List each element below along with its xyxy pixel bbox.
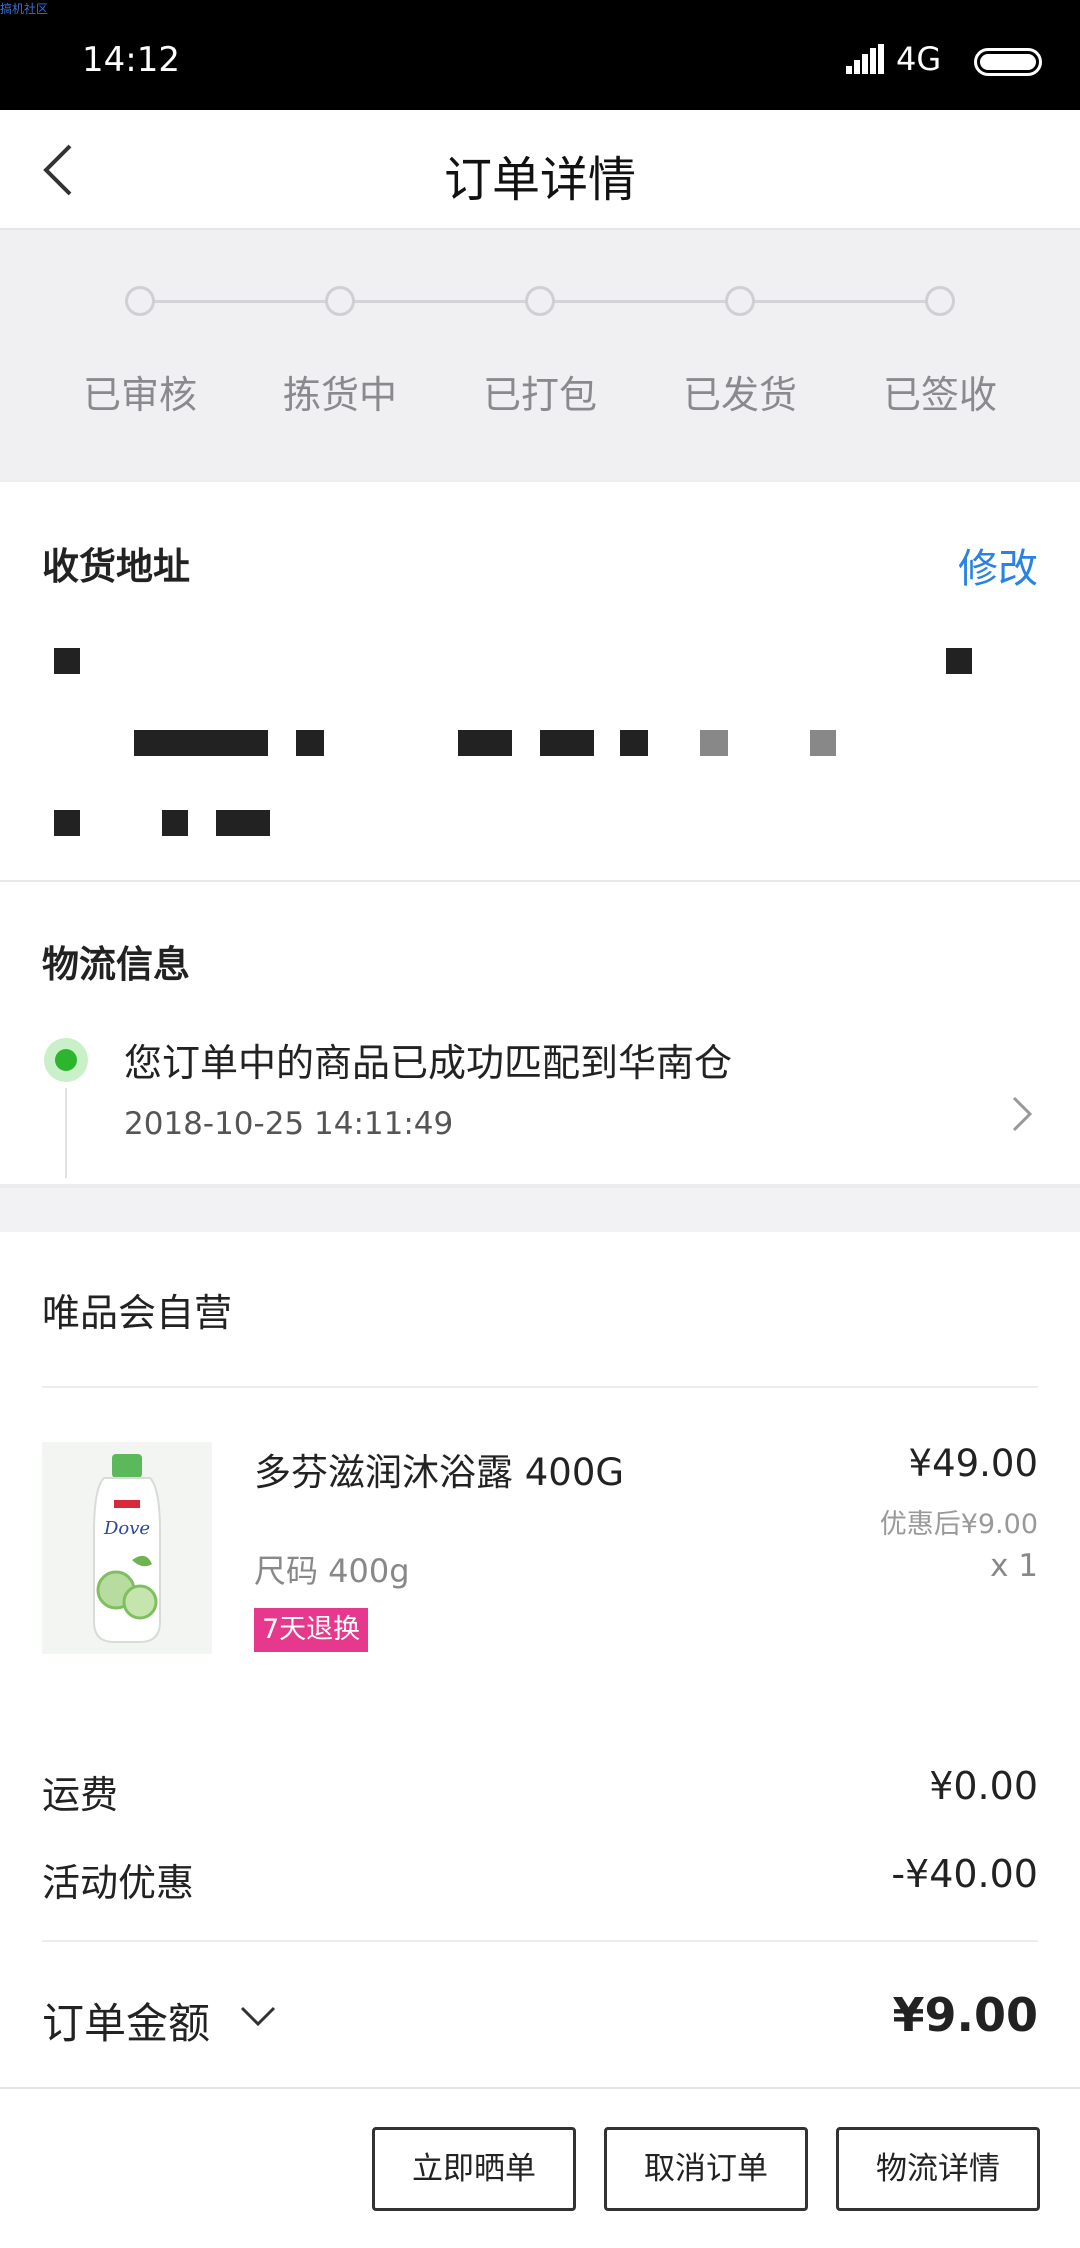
step-reviewed: 已审核 <box>40 286 240 419</box>
step-label: 已审核 <box>82 373 197 417</box>
shipping-address-section: 收货地址 修改 <box>0 482 1080 882</box>
step-label: 拣货中 <box>282 373 397 417</box>
logistics-section[interactable]: 物流信息 您订单中的商品已成功匹配到华南仓 2018-10-25 14:11:4… <box>0 882 1080 1188</box>
bottom-action-bar: 立即晒单 取消订单 物流详情 <box>0 2087 1080 2248</box>
step-label: 已发货 <box>682 373 797 417</box>
order-total-label: 订单金额 <box>42 1999 211 2048</box>
cancel-order-button[interactable]: 取消订单 <box>604 2127 808 2211</box>
promo-discount-value: -¥40.00 <box>891 1852 1038 1896</box>
page-title: 订单详情 <box>443 152 636 208</box>
promo-discount-row: 活动优惠 -¥40.00 <box>42 1852 1038 1907</box>
nav-header: 订单详情 <box>0 110 1080 230</box>
share-order-button[interactable]: 立即晒单 <box>372 2127 576 2211</box>
product-name[interactable]: 多芬滋润沐浴露 400G <box>254 1442 624 1496</box>
step-label: 已签收 <box>882 373 997 417</box>
step-picking: 拣货中 <box>240 286 440 419</box>
signal-icon <box>846 44 884 74</box>
shower-gel-bottle-icon: Dove <box>93 1454 161 1643</box>
product-image[interactable]: Dove <box>42 1442 212 1654</box>
svg-text:Dove: Dove <box>103 1518 150 1539</box>
timeline-line <box>65 1088 67 1178</box>
divider <box>42 1940 1038 1942</box>
promo-discount-label: 活动优惠 <box>42 1861 195 1905</box>
product-quantity: x 1 <box>990 1548 1038 1584</box>
order-total-row[interactable]: 订单金额 ¥9.00 <box>42 1988 1038 2051</box>
battery-icon <box>974 48 1042 76</box>
return-policy-badge: 7天退换 <box>254 1608 369 1652</box>
edit-address-link[interactable]: 修改 <box>958 536 1038 594</box>
step-dot <box>725 286 755 316</box>
network-type: 4G <box>896 40 942 78</box>
step-dot <box>525 286 555 316</box>
section-gap <box>0 1188 1080 1232</box>
logistics-message: 您订单中的商品已成功匹配到华南仓 <box>124 1041 733 1085</box>
order-progress: 已审核 拣货中 已打包 已发货 已签收 <box>0 230 1080 482</box>
shop-name: 唯品会自营 <box>42 1291 233 1335</box>
shipping-fee-label: 运费 <box>42 1773 119 1817</box>
step-shipped: 已发货 <box>640 286 840 419</box>
chevron-down-icon[interactable] <box>238 1996 278 2036</box>
product-price: ¥49.00 <box>908 1442 1038 1485</box>
logistics-detail-button[interactable]: 物流详情 <box>836 2127 1040 2211</box>
status-time: 14:12 <box>82 40 180 80</box>
order-items-section: 唯品会自营 Dove 多芬滋润沐浴露 400G 尺码 400g 7天退换 ¥49… <box>0 1232 1080 2087</box>
shipping-fee-row: 运费 ¥0.00 <box>42 1764 1038 1819</box>
logistics-status-dot <box>44 1038 88 1082</box>
step-dot <box>325 286 355 316</box>
shipping-fee-value: ¥0.00 <box>929 1764 1038 1808</box>
logistics-title: 物流信息 <box>42 943 190 986</box>
step-signed: 已签收 <box>840 286 1040 419</box>
step-label: 已打包 <box>482 373 597 417</box>
watermark-text: 搞机社区 <box>0 2 49 16</box>
logistics-time: 2018-10-25 14:11:49 <box>124 1106 454 1142</box>
step-dot <box>925 286 955 316</box>
order-total-amount: ¥9.00 <box>892 1988 1038 2042</box>
divider <box>42 1386 1038 1388</box>
status-bar: 搞机社区 14:12 4G <box>0 0 1080 110</box>
discount-price: 优惠后¥9.00 <box>879 1509 1038 1540</box>
step-dot <box>125 286 155 316</box>
address-title: 收货地址 <box>42 545 190 588</box>
step-packed: 已打包 <box>440 286 640 419</box>
chevron-right-icon[interactable] <box>1006 1094 1036 1134</box>
product-spec: 尺码 400g <box>254 1552 410 1590</box>
